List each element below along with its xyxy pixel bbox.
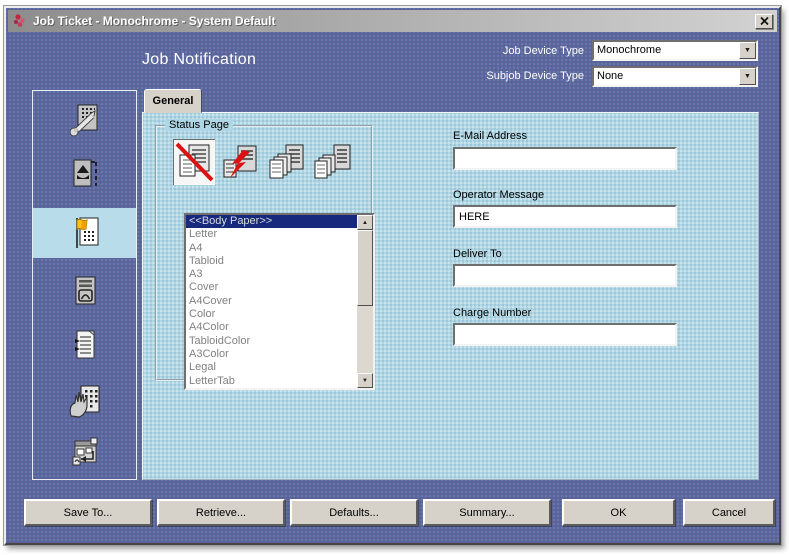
list-item[interactable]: Cover bbox=[186, 281, 357, 294]
close-icon bbox=[760, 17, 769, 25]
retrieve-button[interactable]: Retrieve... bbox=[157, 499, 285, 526]
job-device-type-value: Monochrome bbox=[594, 42, 756, 56]
list-item[interactable]: <<Body Paper>> bbox=[186, 215, 357, 228]
subjob-device-type-label: Subjob Device Type bbox=[414, 70, 584, 82]
status-option-after-job[interactable] bbox=[311, 139, 353, 185]
job-log-icon bbox=[68, 328, 102, 364]
status-option-no-status-page[interactable] bbox=[173, 139, 215, 185]
list-item[interactable]: TabloidColor bbox=[186, 335, 357, 348]
scrollbar-thumb[interactable] bbox=[357, 230, 373, 306]
status-page-group-label: Status Page bbox=[165, 119, 233, 131]
paper-list-rows: <<Body Paper>> Letter A4 Tabloid A3 Cove… bbox=[186, 215, 357, 388]
scroll-up-icon[interactable]: ▲ bbox=[357, 215, 373, 230]
covers-icon bbox=[68, 274, 102, 310]
list-item[interactable]: A4Color bbox=[186, 321, 357, 334]
tab-general-label: General bbox=[153, 95, 194, 107]
status-option-before-job[interactable] bbox=[265, 139, 307, 185]
paper-list-scrollbar[interactable]: ▲ ▼ bbox=[357, 215, 373, 388]
email-address-label: E-Mail Address bbox=[453, 130, 527, 142]
manual-operations-icon bbox=[67, 383, 103, 419]
job-setup-icon bbox=[68, 103, 102, 139]
window-title: Job Ticket - Monochrome - System Default bbox=[33, 14, 276, 28]
status-page-after-icon bbox=[312, 142, 352, 182]
job-flow-icon bbox=[67, 437, 103, 471]
subjob-device-type-value: None bbox=[594, 68, 756, 82]
status-page-before-icon bbox=[266, 142, 306, 182]
sidebar bbox=[32, 90, 137, 480]
save-to-button[interactable]: Save To... bbox=[24, 499, 152, 526]
list-item[interactable]: Legal bbox=[186, 361, 357, 374]
general-panel: Status Page bbox=[142, 112, 759, 480]
titlebar: Job Ticket - Monochrome - System Default bbox=[8, 10, 777, 32]
deliver-to-label: Deliver To bbox=[453, 248, 502, 260]
operator-message-label: Operator Message bbox=[453, 189, 544, 201]
sidebar-item-job-setup[interactable] bbox=[33, 96, 136, 146]
status-page-group: Status Page bbox=[155, 125, 373, 381]
ok-button[interactable]: OK bbox=[562, 499, 675, 526]
job-ticket-dialog: Job Ticket - Monochrome - System Default… bbox=[4, 6, 781, 545]
job-notification-icon bbox=[67, 214, 103, 252]
status-page-options bbox=[173, 139, 353, 185]
job-device-type-select[interactable]: Monochrome ▼ bbox=[592, 40, 758, 61]
paper-stock-icon bbox=[68, 156, 102, 192]
charge-number-field[interactable] bbox=[453, 323, 677, 346]
scroll-down-icon[interactable]: ▼ bbox=[357, 373, 373, 388]
chevron-down-icon[interactable]: ▼ bbox=[739, 68, 756, 85]
sidebar-item-manual-operations[interactable] bbox=[33, 376, 136, 426]
tab-general[interactable]: General bbox=[144, 89, 202, 113]
sidebar-item-covers[interactable] bbox=[33, 267, 136, 317]
defaults-button[interactable]: Defaults... bbox=[290, 499, 418, 526]
subjob-device-type-select[interactable]: None ▼ bbox=[592, 66, 758, 87]
status-page-error-icon bbox=[220, 142, 260, 182]
sidebar-item-job-notification[interactable] bbox=[33, 208, 136, 258]
status-page-paper-list[interactable]: <<Body Paper>> Letter A4 Tabloid A3 Cove… bbox=[184, 213, 375, 390]
no-status-page-icon bbox=[174, 142, 214, 182]
app-icon bbox=[12, 13, 28, 29]
summary-button[interactable]: Summary... bbox=[423, 499, 551, 526]
status-option-on-error[interactable] bbox=[219, 139, 261, 185]
list-item[interactable]: Tabloid bbox=[186, 255, 357, 268]
page-title: Job Notification bbox=[142, 51, 256, 69]
list-item[interactable]: A4 bbox=[186, 242, 357, 255]
list-item[interactable]: LetterTab bbox=[186, 375, 357, 388]
deliver-to-field[interactable] bbox=[453, 264, 677, 287]
list-item[interactable]: Color bbox=[186, 308, 357, 321]
list-item[interactable]: A4Cover bbox=[186, 295, 357, 308]
sidebar-item-job-flow[interactable] bbox=[33, 429, 136, 479]
list-item[interactable]: Letter bbox=[186, 228, 357, 241]
job-device-type-label: Job Device Type bbox=[414, 45, 584, 57]
list-item[interactable]: A3Color bbox=[186, 348, 357, 361]
email-address-field[interactable] bbox=[453, 147, 677, 170]
sidebar-item-job-log[interactable] bbox=[33, 321, 136, 371]
chevron-down-icon[interactable]: ▼ bbox=[739, 42, 756, 59]
sidebar-item-paper-stock[interactable] bbox=[33, 149, 136, 199]
list-item[interactable]: A3 bbox=[186, 268, 357, 281]
cancel-button[interactable]: Cancel bbox=[683, 499, 775, 526]
close-button[interactable] bbox=[755, 14, 773, 29]
operator-message-field[interactable] bbox=[453, 205, 677, 228]
charge-number-label: Charge Number bbox=[453, 307, 531, 319]
